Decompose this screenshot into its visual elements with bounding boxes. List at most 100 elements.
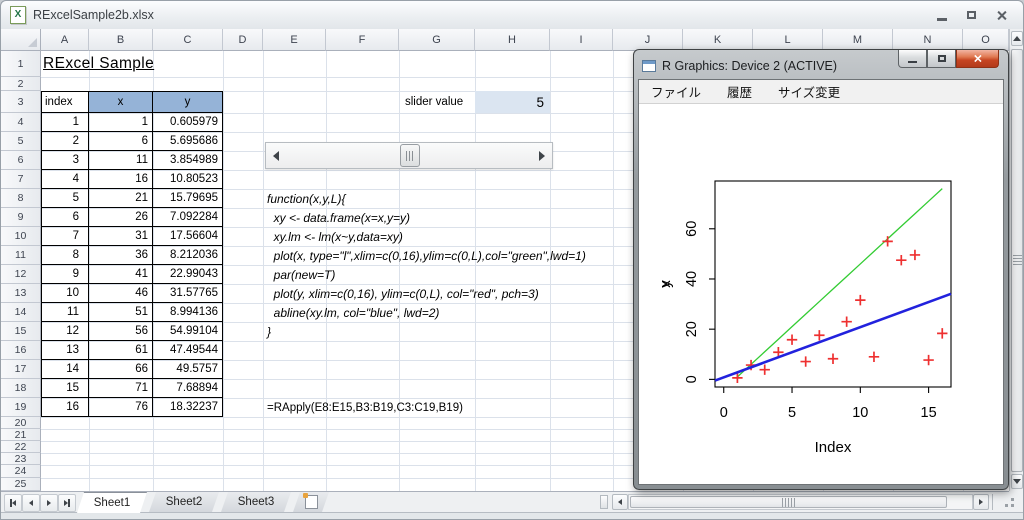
- row-header-7[interactable]: 7: [1, 170, 41, 189]
- table-cell-y[interactable]: 3.854989: [153, 151, 223, 170]
- column-header-I[interactable]: I: [550, 29, 613, 51]
- table-cell-index[interactable]: 14: [41, 360, 89, 379]
- tab-sheet2[interactable]: Sheet2: [149, 492, 219, 512]
- cell-r-code-line-11[interactable]: plot(x, type="l",xlim=c(0,16),ylim=c(0,L…: [267, 249, 586, 263]
- row-header-20[interactable]: 20: [1, 417, 41, 429]
- cell-slider-label[interactable]: slider value: [399, 91, 475, 113]
- hscroll-right-button[interactable]: [973, 494, 989, 510]
- table-cell-y[interactable]: 8.212036: [153, 246, 223, 265]
- menu-file[interactable]: ファイル: [651, 82, 701, 101]
- table-cell-y[interactable]: 47.49544: [153, 341, 223, 360]
- table-cell-index[interactable]: 2: [41, 132, 89, 151]
- table-cell-index[interactable]: 12: [41, 322, 89, 341]
- table-cell-x[interactable]: 56: [89, 322, 153, 341]
- cell-r-code-line-15[interactable]: }: [267, 325, 271, 339]
- tab-nav-next[interactable]: [40, 494, 58, 512]
- row-header-1[interactable]: 1: [1, 51, 41, 77]
- row-header-2[interactable]: 2: [1, 77, 41, 91]
- column-header-A[interactable]: A: [41, 29, 89, 51]
- vscroll-up-button[interactable]: [1011, 31, 1023, 46]
- row-header-9[interactable]: 9: [1, 208, 41, 227]
- slider-thumb[interactable]: [400, 144, 420, 167]
- table-cell-y[interactable]: 15.79695: [153, 189, 223, 208]
- table-header-y[interactable]: y: [153, 91, 223, 113]
- table-cell-y[interactable]: 18.32237: [153, 398, 223, 417]
- close-icon[interactable]: [996, 10, 1007, 21]
- vertical-scrollbar[interactable]: [1009, 29, 1024, 491]
- row-header-25[interactable]: 25: [1, 478, 41, 491]
- cell-r-code-line-9[interactable]: xy <- data.frame(x=x,y=y): [267, 211, 410, 225]
- tab-sheet1[interactable]: Sheet1: [77, 492, 147, 513]
- row-header-15[interactable]: 15: [1, 322, 41, 341]
- r-window-titlebar[interactable]: R Graphics: Device 2 (ACTIVE): [642, 55, 837, 77]
- row-header-14[interactable]: 14: [1, 303, 41, 322]
- row-header-19[interactable]: 19: [1, 398, 41, 417]
- column-header-H[interactable]: H: [475, 29, 550, 51]
- slider-left-arrow[interactable]: [266, 143, 286, 168]
- table-cell-x[interactable]: 6: [89, 132, 153, 151]
- table-cell-y[interactable]: 22.99043: [153, 265, 223, 284]
- row-header-11[interactable]: 11: [1, 246, 41, 265]
- r-maximize-button[interactable]: [927, 50, 956, 68]
- table-cell-x[interactable]: 21: [89, 189, 153, 208]
- table-cell-index[interactable]: 15: [41, 379, 89, 398]
- hscroll-left-button[interactable]: [612, 494, 628, 510]
- row-header-8[interactable]: 8: [1, 189, 41, 208]
- cell-r-code-line-10[interactable]: xy.lm <- lm(x~y,data=xy): [267, 230, 403, 244]
- row-header-10[interactable]: 10: [1, 227, 41, 246]
- row-header-17[interactable]: 17: [1, 360, 41, 379]
- cell-title[interactable]: RExcel Sample: [43, 55, 154, 73]
- row-header-3[interactable]: 3: [1, 91, 41, 113]
- table-cell-y[interactable]: 5.695686: [153, 132, 223, 151]
- tab-nav-prev[interactable]: [22, 494, 40, 512]
- column-header-G[interactable]: G: [399, 29, 475, 51]
- cell-r-code-line-12[interactable]: par(new=T): [267, 268, 335, 282]
- table-cell-y[interactable]: 31.57765: [153, 284, 223, 303]
- r-graphics-window[interactable]: R Graphics: Device 2 (ACTIVE) ファイル 履歴 サイ…: [633, 49, 1009, 490]
- cell-r-code-line-14[interactable]: abline(xy.lm, col="blue", lwd=2): [267, 306, 439, 320]
- table-cell-index[interactable]: 5: [41, 189, 89, 208]
- table-cell-x[interactable]: 26: [89, 208, 153, 227]
- table-cell-x[interactable]: 11: [89, 151, 153, 170]
- vscroll-thumb[interactable]: [1011, 49, 1023, 472]
- menu-resize[interactable]: サイズ変更: [778, 82, 840, 101]
- cell-slider-value[interactable]: 5: [475, 91, 550, 113]
- restore-icon[interactable]: [967, 11, 976, 19]
- column-header-N[interactable]: N: [893, 29, 963, 51]
- tab-sheet3[interactable]: Sheet3: [221, 492, 291, 512]
- table-cell-index[interactable]: 1: [41, 113, 89, 132]
- tab-nav-last[interactable]: [58, 494, 76, 512]
- slider-right-arrow[interactable]: [532, 143, 552, 168]
- row-header-12[interactable]: 12: [1, 265, 41, 284]
- column-header-M[interactable]: M: [823, 29, 893, 51]
- vscroll-down-button[interactable]: [1011, 474, 1023, 489]
- row-header-21[interactable]: 21: [1, 429, 41, 441]
- table-cell-index[interactable]: 10: [41, 284, 89, 303]
- table-cell-y[interactable]: 7.092284: [153, 208, 223, 227]
- row-header-5[interactable]: 5: [1, 132, 41, 151]
- column-header-E[interactable]: E: [263, 29, 326, 51]
- insert-worksheet-tab[interactable]: [293, 492, 329, 512]
- table-cell-x[interactable]: 16: [89, 170, 153, 189]
- table-cell-index[interactable]: 8: [41, 246, 89, 265]
- cell-rapply-formula[interactable]: =RApply(E8:E15,B3:B19,C3:C19,B19): [267, 402, 463, 414]
- row-header-22[interactable]: 22: [1, 441, 41, 453]
- column-header-D[interactable]: D: [223, 29, 263, 51]
- row-header-18[interactable]: 18: [1, 379, 41, 398]
- table-cell-y[interactable]: 7.68894: [153, 379, 223, 398]
- table-cell-x[interactable]: 41: [89, 265, 153, 284]
- table-cell-x[interactable]: 46: [89, 284, 153, 303]
- menu-history[interactable]: 履歴: [727, 82, 752, 101]
- column-header-L[interactable]: L: [753, 29, 823, 51]
- table-cell-y[interactable]: 49.5757: [153, 360, 223, 379]
- row-header-13[interactable]: 13: [1, 284, 41, 303]
- table-cell-y[interactable]: 0.605979: [153, 113, 223, 132]
- column-header-F[interactable]: F: [326, 29, 399, 51]
- hscroll-track[interactable]: [628, 494, 973, 510]
- table-cell-index[interactable]: 3: [41, 151, 89, 170]
- resize-grip-icon[interactable]: [1001, 494, 1019, 511]
- tab-scroll-splitter[interactable]: [600, 495, 608, 509]
- row-header-4[interactable]: 4: [1, 113, 41, 132]
- table-cell-x[interactable]: 76: [89, 398, 153, 417]
- table-cell-x[interactable]: 61: [89, 341, 153, 360]
